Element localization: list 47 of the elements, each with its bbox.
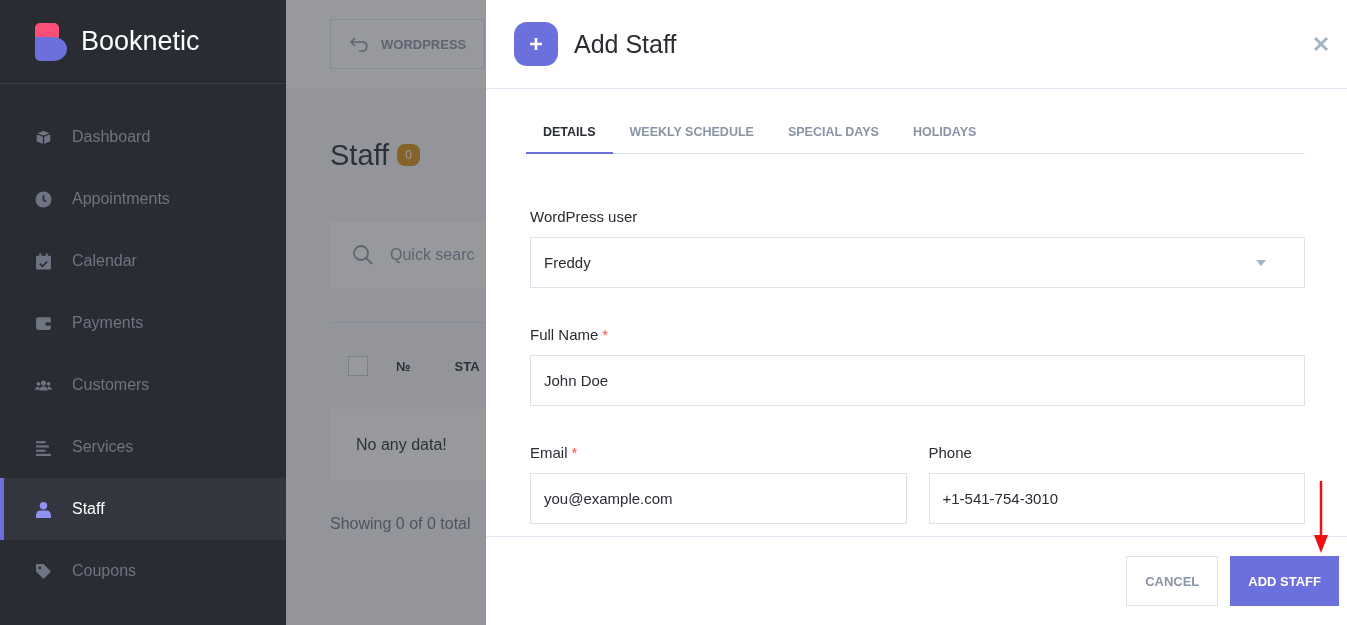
search-field[interactable]: Quick searc [330, 222, 486, 288]
field-label: Full Name * [530, 326, 610, 343]
field-label: Email * [530, 444, 579, 461]
cube-icon [35, 128, 52, 146]
pagination-info: Showing 0 of 0 total [330, 515, 472, 533]
search-icon [352, 244, 374, 266]
cancel-button[interactable]: CANCEL [1126, 556, 1219, 606]
sidebar-item[interactable]: Calendar [0, 230, 286, 292]
sidebar-item[interactable]: Payments [0, 292, 286, 354]
input-field[interactable]: you@example.com [530, 473, 907, 524]
empty-message: No any data! [356, 436, 447, 454]
wallet-icon [35, 314, 52, 332]
field-label: WordPress user [530, 208, 639, 225]
tab[interactable]: SPECIAL DAYS [770, 125, 896, 154]
caret-icon [1256, 259, 1266, 266]
sidebar-item[interactable]: Appointments [0, 168, 286, 230]
tag-icon [35, 562, 52, 580]
sidebar-item[interactable]: Coupons [0, 540, 286, 602]
select-all-checkbox[interactable] [348, 356, 368, 376]
wordpress-button[interactable]: WORDPRESS [330, 19, 486, 69]
calendar-icon [35, 252, 52, 270]
clock-icon [35, 190, 52, 208]
plus-icon [514, 22, 558, 66]
count-badge: 0 [397, 144, 420, 166]
column-header: STA [454, 358, 480, 374]
return-arrow-icon [349, 36, 371, 52]
sidebar-item[interactable]: Services [0, 416, 286, 478]
logo-icon [35, 22, 67, 61]
field-label: Phone [928, 444, 973, 461]
column-header: № [396, 358, 411, 374]
add-staff-button[interactable]: ADD STAFF [1230, 556, 1339, 606]
close-icon[interactable] [1313, 36, 1329, 52]
lines-icon [35, 438, 52, 456]
tab[interactable]: WEEKLY SCHEDULE [612, 125, 771, 154]
pointer-arrow-drawing [1314, 481, 1328, 553]
brand-name: Booknetic [81, 26, 200, 57]
tab[interactable]: DETAILS [526, 125, 613, 154]
select-field[interactable]: Freddy [530, 237, 1305, 288]
panel-title: Add Staff [574, 29, 678, 59]
sidebar-item[interactable]: Staff [0, 478, 286, 540]
page-title: Staff [330, 138, 390, 172]
sidebar-item[interactable]: Customers [0, 354, 286, 416]
tab[interactable]: HOLIDAYS [895, 125, 994, 154]
input-field[interactable]: +1-541-754-3010 [928, 473, 1305, 524]
sidebar-item[interactable]: Dashboard [0, 106, 286, 168]
user-icon [35, 500, 52, 518]
input-field[interactable]: John Doe [530, 355, 1305, 406]
